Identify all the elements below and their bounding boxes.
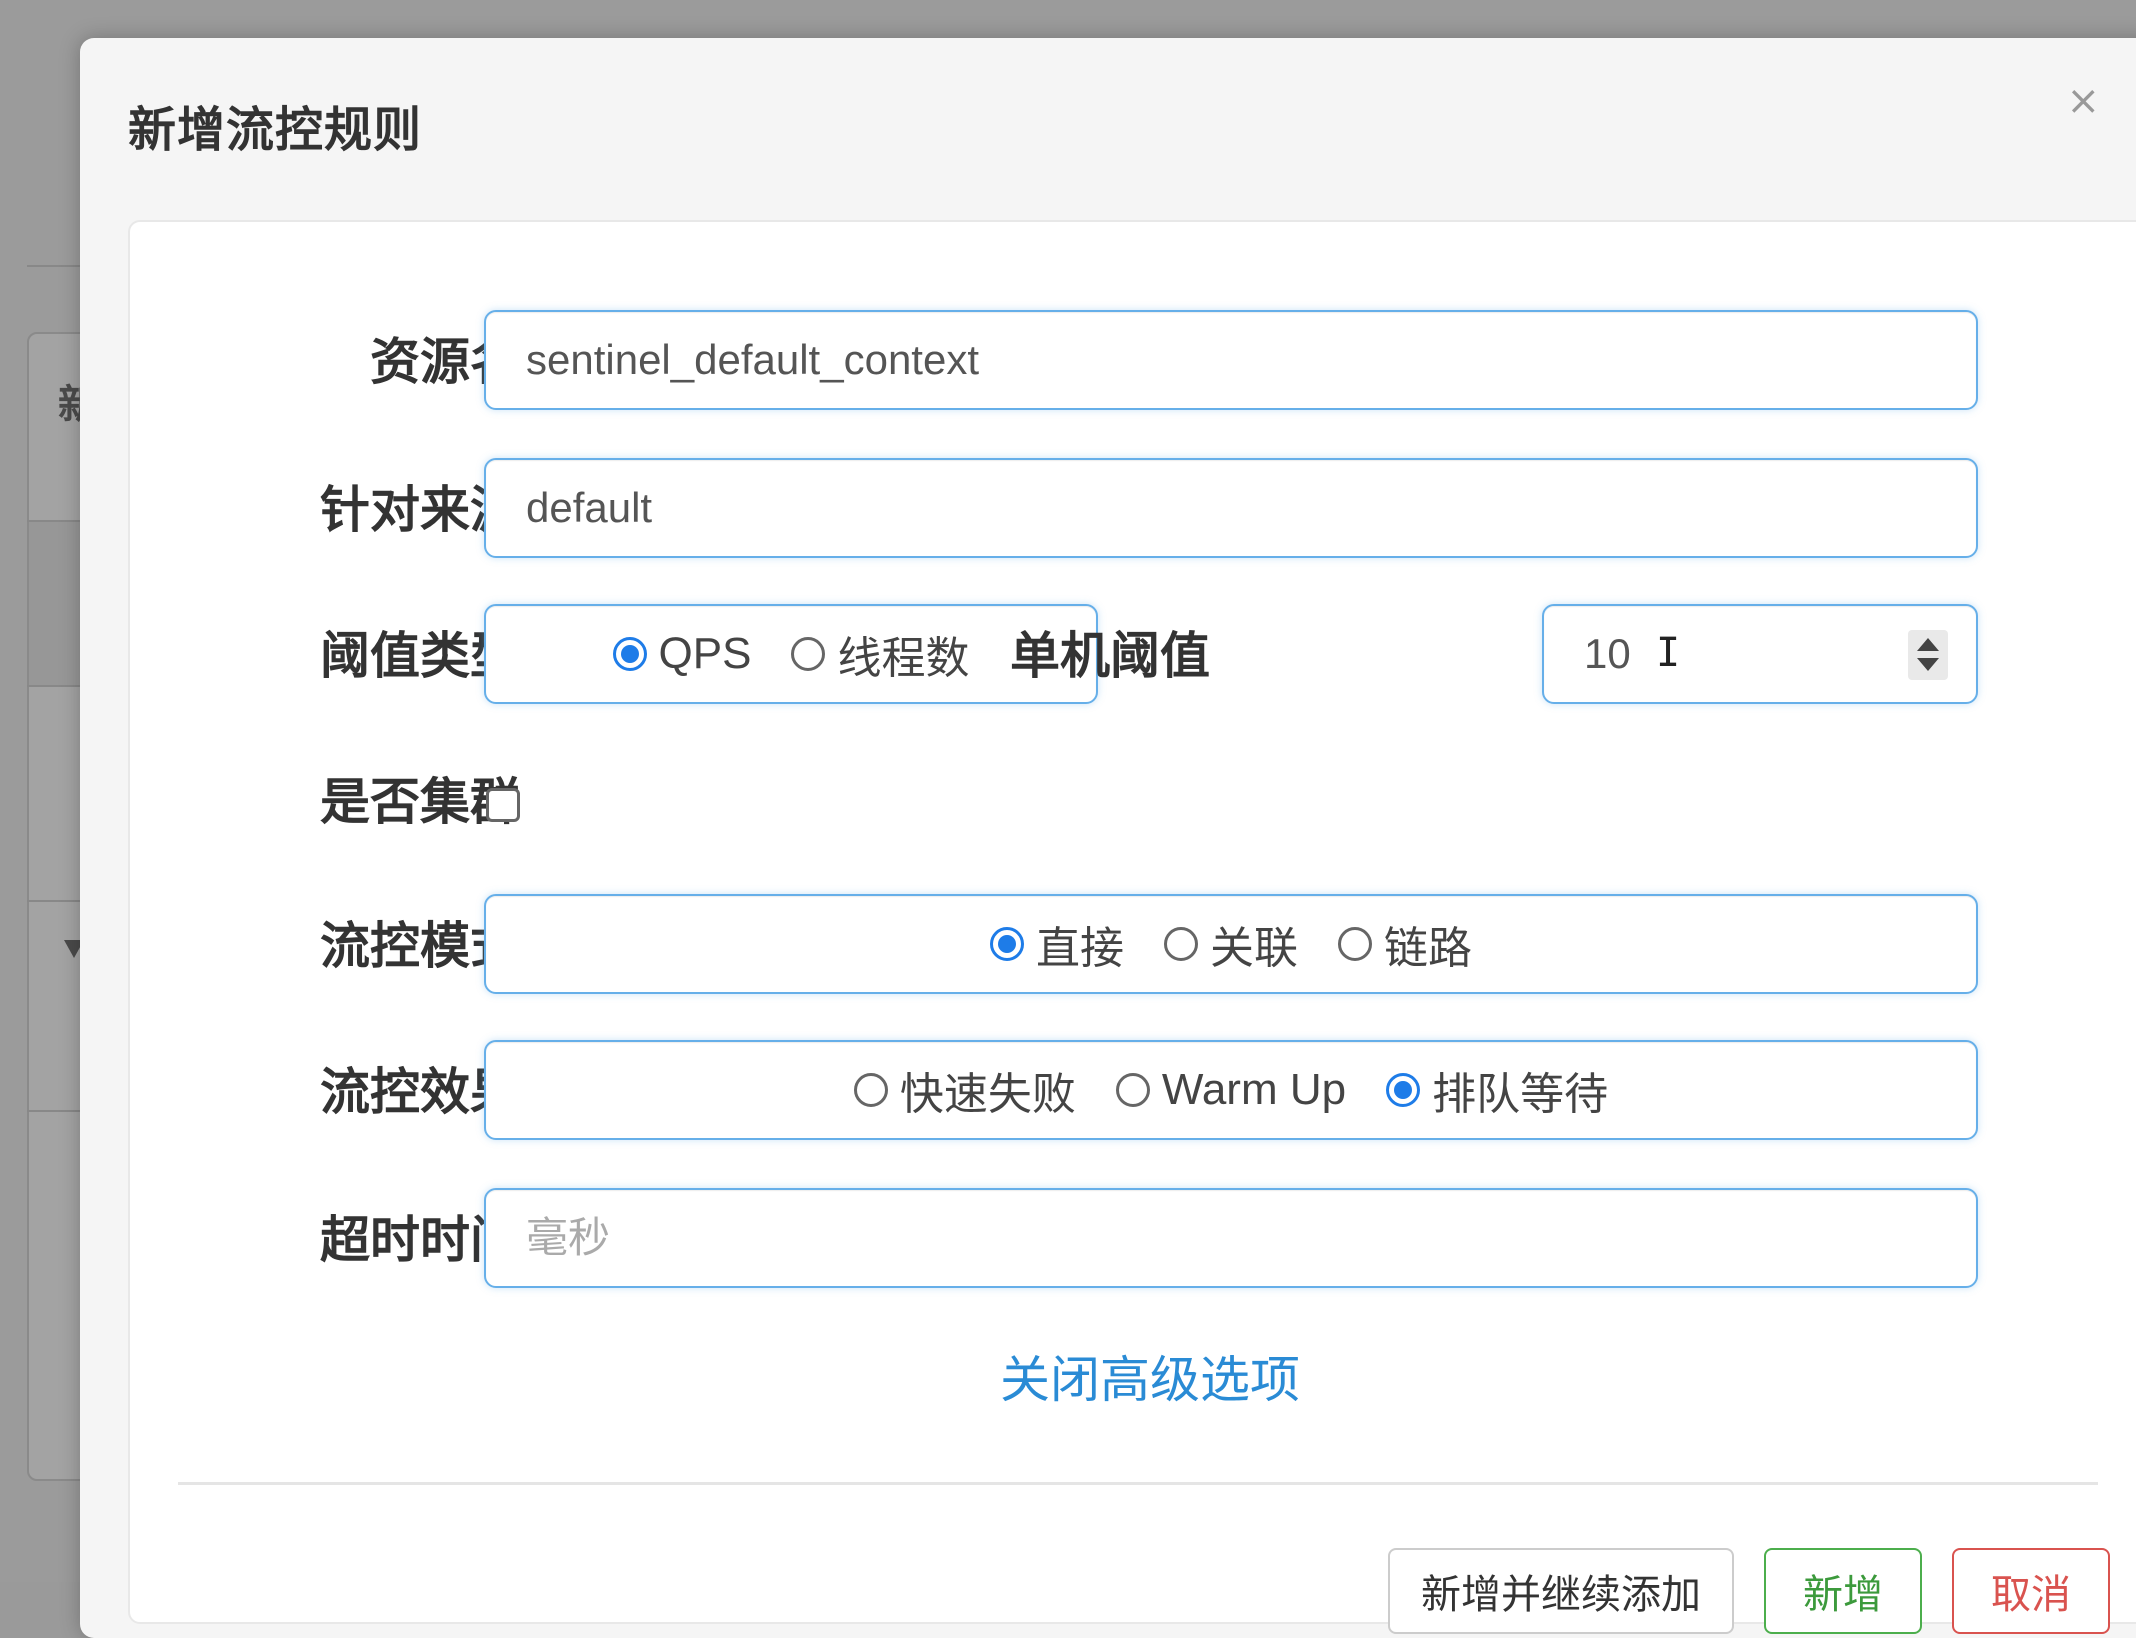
resource-name-value: sentinel_default_context (526, 336, 979, 383)
timeout-placeholder: 毫秒 (526, 1213, 611, 1262)
strategy-label: 流控模式 (320, 917, 520, 975)
radio-relate[interactable]: 关联 (1164, 912, 1298, 976)
count-value: 10 (1584, 630, 1631, 677)
radio-queue-icon[interactable] (1386, 1073, 1421, 1107)
text-cursor-icon: I (1656, 630, 1681, 676)
add-and-continue-button[interactable]: 新增并继续添加 (1388, 1548, 1734, 1634)
radio-fail-fast-icon[interactable] (853, 1073, 888, 1107)
add-flow-rule-dialog: 新增流控规则 × 资源名 sentinel_default_context 针对… (80, 38, 2136, 1638)
radio-direct-icon[interactable] (990, 927, 1024, 961)
radio-relate-icon[interactable] (1164, 927, 1198, 961)
radio-warm-up-icon[interactable] (1115, 1073, 1150, 1107)
strategy-group: 直接 关联 链路 (484, 894, 1978, 994)
resource-name-input[interactable]: sentinel_default_context (484, 310, 1978, 410)
limit-app-input[interactable]: default (484, 458, 1978, 558)
timeout-label: 超时时间 (320, 1211, 520, 1269)
number-spinner[interactable] (1908, 630, 1948, 680)
control-behavior-label: 流控效果 (320, 1063, 520, 1121)
radio-direct-label: 直接 (1036, 924, 1124, 973)
add-button[interactable]: 新增 (1764, 1548, 1922, 1634)
control-behavior-group: 快速失败 Warm Up 排队等待 (484, 1040, 1978, 1140)
cancel-button[interactable]: 取消 (1952, 1548, 2110, 1634)
limit-app-label: 针对来源 (320, 481, 520, 539)
strategy-options: 直接 关联 链路 (486, 896, 1976, 992)
count-label: 单机阈值 (1010, 627, 1210, 685)
radio-direct[interactable]: 直接 (990, 912, 1124, 976)
radio-chain[interactable]: 链路 (1338, 912, 1472, 976)
control-behavior-options: 快速失败 Warm Up 排队等待 (486, 1042, 1976, 1138)
threshold-type-label: 阈值类型 (320, 627, 520, 685)
radio-qps-label: QPS (658, 629, 752, 678)
footer-divider (178, 1482, 2098, 1485)
radio-relate-label: 关联 (1210, 924, 1298, 973)
radio-warm-up-label: Warm Up (1161, 1065, 1347, 1114)
radio-qps[interactable]: QPS (612, 629, 752, 679)
timeout-input[interactable]: 毫秒 (484, 1188, 1978, 1288)
radio-qps-icon[interactable] (612, 637, 647, 671)
radio-fail-fast-label: 快速失败 (899, 1070, 1076, 1119)
cluster-label: 是否集群 (320, 773, 520, 831)
resource-name-label: 资源名 (370, 333, 520, 391)
count-input[interactable]: 10 I (1542, 604, 1978, 704)
close-icon[interactable]: × (2066, 78, 2100, 124)
limit-app-value: default (526, 484, 653, 531)
rule-form: 资源名 sentinel_default_context 针对来源 defaul… (128, 220, 2136, 1634)
close-advanced-options-link[interactable]: 关闭高级选项 (1000, 1340, 1300, 1412)
radio-chain-icon[interactable] (1338, 927, 1372, 961)
radio-chain-label: 链路 (1384, 924, 1472, 973)
radio-fail-fast[interactable]: 快速失败 (853, 1058, 1076, 1122)
radio-warm-up[interactable]: Warm Up (1115, 1065, 1347, 1115)
radio-queue[interactable]: 排队等待 (1386, 1058, 1608, 1122)
dialog-title: 新增流控规则 (128, 102, 423, 158)
cluster-checkbox[interactable] (486, 788, 520, 822)
radio-queue-label: 排队等待 (1432, 1070, 1609, 1119)
